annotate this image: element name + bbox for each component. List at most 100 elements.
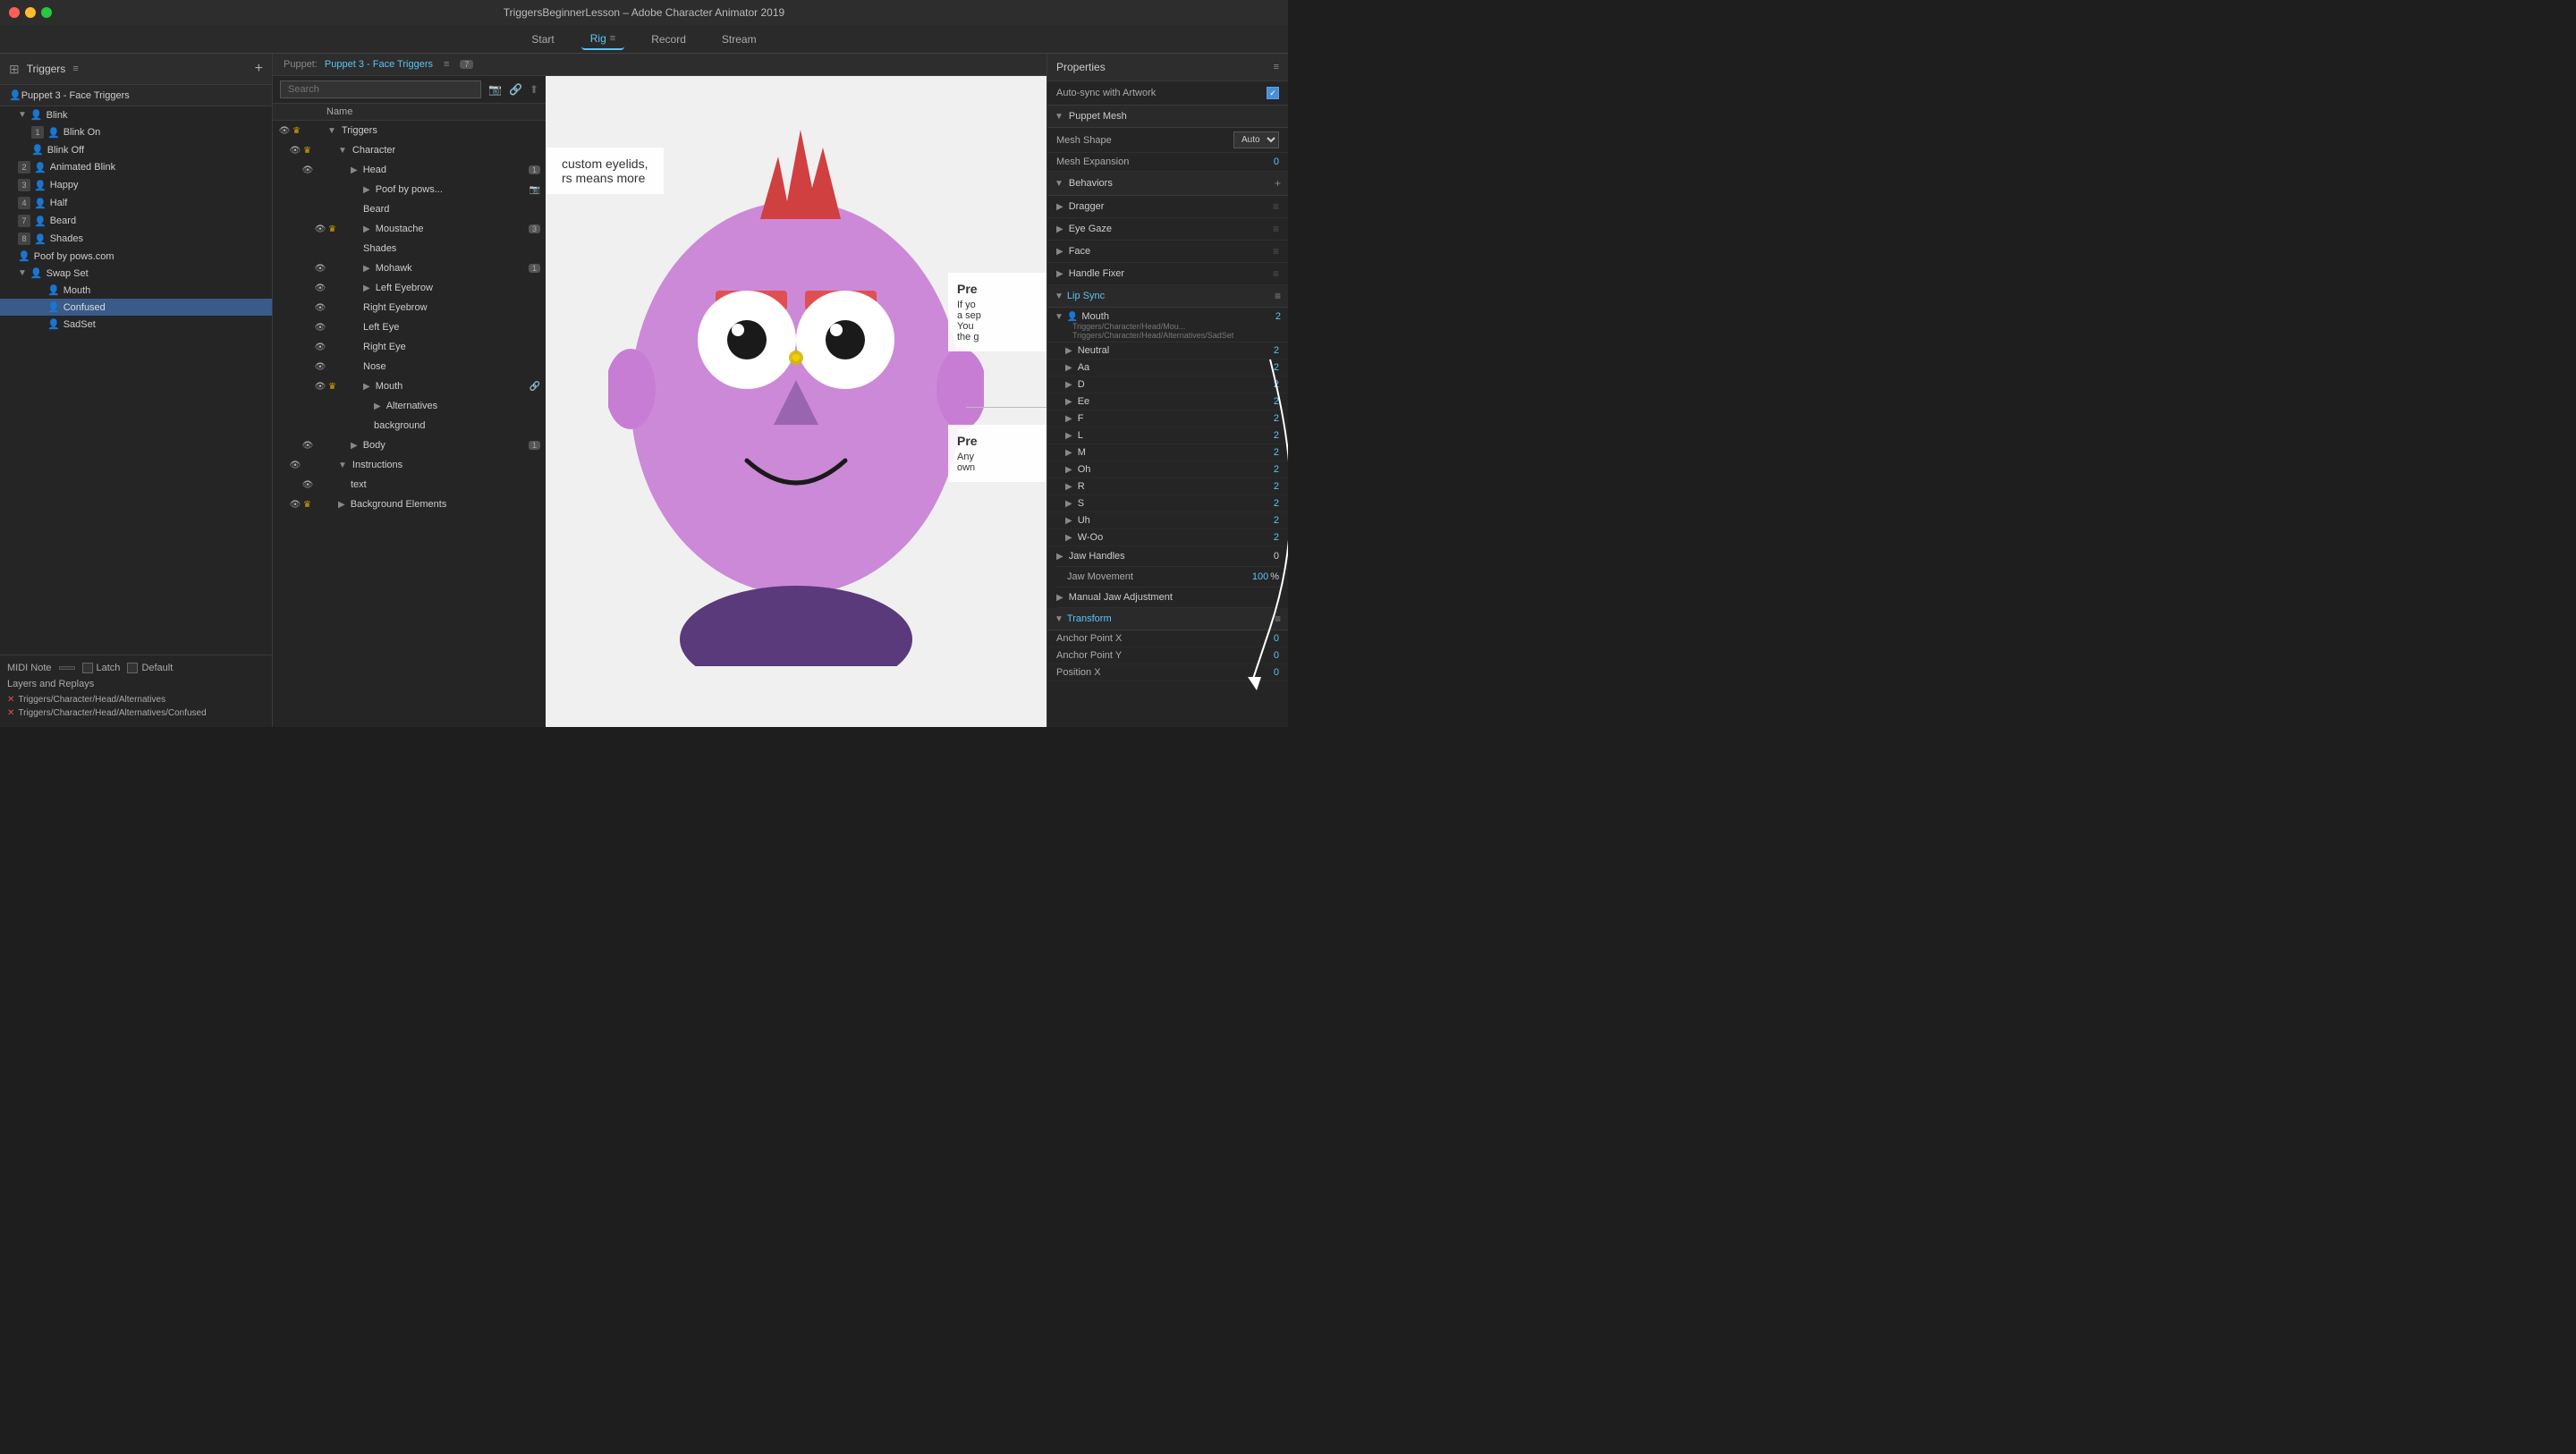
minimize-button[interactable] [25,7,36,18]
transform-menu-icon[interactable]: ≡ [1275,613,1281,625]
jaw-movement-value[interactable]: 100 [1252,571,1268,582]
phoneme-row-aa[interactable]: ▶ Aa 2 [1047,359,1288,376]
mouth-row[interactable]: ▼ 👤 Mouth 2 [1055,311,1281,322]
layer-row-head[interactable]: 👁 ▶ Head 1 [273,160,546,180]
phoneme-row-oh[interactable]: ▶ Oh 2 [1047,461,1288,478]
triggers-puppet-name: 👤 Puppet 3 - Face Triggers [0,85,272,106]
trigger-swap-set[interactable]: ▼ 👤 Swap Set [0,265,272,282]
layer-row-character[interactable]: 👁 ♛ ▼ Character [273,140,546,160]
section-puppet-mesh[interactable]: ▼ Puppet Mesh [1047,106,1288,128]
latch-checkbox[interactable]: Latch [82,663,121,673]
layer-row-nose[interactable]: 👁 Nose [273,357,546,376]
behavior-eyegaze[interactable]: ▶ Eye Gaze ≡ [1047,218,1288,241]
phoneme-row-f[interactable]: ▶ F 2 [1047,410,1288,427]
eyegaze-menu-icon[interactable]: ≡ [1273,223,1279,235]
layer-row-mohawk[interactable]: 👁 ▶ Mohawk 1 [273,258,546,278]
eye-icon-head: 👁 [301,165,314,175]
lip-sync-menu-icon[interactable]: ≡ [1275,290,1281,302]
layer-row-shades[interactable]: Shades [273,239,546,258]
layer-row-left-eye[interactable]: 👁 Left Eye [273,317,546,337]
phoneme-row-w-oo[interactable]: ▶ W-Oo 2 [1047,529,1288,546]
menu-start[interactable]: Start [522,30,563,49]
camera-icon: 📷 [488,83,502,96]
trigger-blink[interactable]: ▼ 👤 Blink [0,106,272,123]
lip-sync-header[interactable]: ▼ Lip Sync ≡ [1047,285,1288,308]
anchor-x-value[interactable]: 0 [1274,633,1279,644]
phoneme-count-l: 2 [1265,430,1279,441]
traffic-lights[interactable] [9,7,52,18]
phoneme-row-neutral[interactable]: ▶ Neutral 2 [1047,342,1288,359]
layer-row-right-eyebrow[interactable]: 👁 Right Eyebrow [273,298,546,317]
layer-row-triggers[interactable]: 👁 ♛ ▼ Triggers [273,121,546,140]
trigger-shades[interactable]: 8 👤 Shades [0,230,272,248]
phoneme-row-d[interactable]: ▶ D 2 [1047,376,1288,393]
dragger-menu-icon[interactable]: ≡ [1273,200,1279,213]
manual-jaw-row[interactable]: ▶ Manual Jaw Adjustment [1056,588,1279,608]
layer-row-background[interactable]: background [273,416,546,435]
behavior-face[interactable]: ▶ Face ≡ [1047,241,1288,263]
maximize-button[interactable] [41,7,52,18]
layer-row-right-eye[interactable]: 👁 Right Eye [273,337,546,357]
search-input[interactable] [280,80,481,98]
behavior-dragger[interactable]: ▶ Dragger ≡ [1047,196,1288,218]
layer-row-moustache[interactable]: 👁 ♛ ▶ Moustache 3 [273,219,546,239]
trigger-mouth[interactable]: 👤 Mouth [0,282,272,299]
section-behaviors[interactable]: ▼ Behaviors + [1047,172,1288,196]
jaw-handles-row[interactable]: ▶ Jaw Handles 0 [1056,546,1279,567]
triggers-add-button[interactable]: + [255,61,263,77]
triggers-menu-icon[interactable]: ≡ [72,63,78,74]
phoneme-row-l[interactable]: ▶ L 2 [1047,427,1288,444]
auto-sync-row: Auto-sync with Artwork ✓ [1047,81,1288,106]
anchor-y-value[interactable]: 0 [1274,650,1279,661]
person-icon-blink-off: 👤 [31,144,44,156]
trigger-sadset[interactable]: 👤 SadSet [0,316,272,333]
trigger-poof[interactable]: 👤 Poof by pows.com [0,248,272,265]
position-x-value[interactable]: 0 [1274,667,1279,678]
trigger-blink-on[interactable]: 1 👤 Blink On [0,123,272,141]
menu-stream[interactable]: Stream [713,30,766,49]
trigger-blink-off[interactable]: 👤 Blink Off [0,141,272,158]
behavior-handle-fixer[interactable]: ▶ Handle Fixer ≡ [1047,263,1288,285]
phoneme-row-r[interactable]: ▶ R 2 [1047,478,1288,495]
phoneme-row-s[interactable]: ▶ S 2 [1047,495,1288,512]
add-behavior-button[interactable]: + [1275,177,1281,190]
layer-row-body[interactable]: 👁 ▶ Body 1 [273,435,546,455]
props-menu-icon[interactable]: ≡ [1274,62,1279,72]
share-icon: ⬆ [530,83,538,96]
phoneme-row-ee[interactable]: ▶ Ee 2 [1047,393,1288,410]
close-button[interactable] [9,7,20,18]
mesh-expansion-value[interactable]: 0 [1252,156,1279,167]
default-checkbox[interactable]: Default [127,663,173,673]
phoneme-label-m: M [1078,447,1259,458]
phoneme-row-uh[interactable]: ▶ Uh 2 [1047,512,1288,529]
dragger-label: Dragger [1069,201,1105,212]
layer-row-mouth[interactable]: 👁 ♛ ▶ Mouth 🔗 [273,376,546,396]
layer-row-bg-elements[interactable]: 👁 ♛ ▶ Background Elements [273,495,546,514]
layer-row-left-eyebrow[interactable]: 👁 ▶ Left Eyebrow [273,278,546,298]
layer-row-poof[interactable]: ▶ Poof by pows... 📷 [273,180,546,199]
trigger-half[interactable]: 4 👤 Half [0,194,272,212]
trigger-confused[interactable]: 👤 Confused [0,299,272,316]
trigger-happy[interactable]: 3 👤 Happy [0,176,272,194]
puppet-menu-icon[interactable]: ≡ [444,59,449,70]
layer-row-instructions[interactable]: 👁 ▼ Instructions [273,455,546,475]
face-menu-icon[interactable]: ≡ [1273,245,1279,258]
mesh-shape-select[interactable]: Auto [1233,131,1279,148]
eye-icon-moustache: 👁 [314,224,326,234]
layer-row-beard[interactable]: Beard [273,199,546,219]
chevron-right-icon-manual-jaw: ▶ [1056,593,1063,603]
phoneme-row-m[interactable]: ▶ M 2 [1047,444,1288,461]
chevron-right-icon-f: ▶ [1065,414,1072,424]
layer-list-panel: 📷 🔗 ⬆ Name 👁 ♛ [273,76,546,727]
menu-rig[interactable]: Rig ≡ [581,29,624,50]
layer-row-alternatives[interactable]: ▶ Alternatives [273,396,546,416]
menu-record[interactable]: Record [642,30,695,49]
transform-header[interactable]: ▼ Transform ≡ [1047,608,1288,630]
handle-fixer-menu-icon[interactable]: ≡ [1273,267,1279,280]
puppet-panel-name[interactable]: Puppet 3 - Face Triggers [325,59,433,70]
layer-row-text[interactable]: 👁 text [273,475,546,495]
auto-sync-checkbox[interactable]: ✓ [1267,87,1279,99]
trigger-animated-blink[interactable]: 2 👤 Animated Blink [0,158,272,176]
triggers-header-actions: + [255,61,263,77]
trigger-beard[interactable]: 7 👤 Beard [0,212,272,230]
